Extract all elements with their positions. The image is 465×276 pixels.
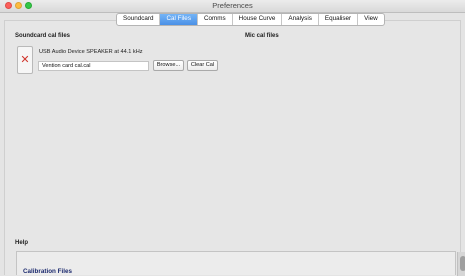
window-title: Preferences xyxy=(212,1,253,10)
tab-comms[interactable]: Comms xyxy=(198,14,233,25)
soundcard-cal-heading: Soundcard cal files xyxy=(15,33,71,39)
tab-equaliser[interactable]: Equaliser xyxy=(319,14,359,25)
preferences-panel xyxy=(4,20,461,275)
tab-analysis[interactable]: Analysis xyxy=(282,14,319,25)
help-title: Calibration Files xyxy=(23,268,72,275)
tab-house-curve[interactable]: House Curve xyxy=(233,14,283,25)
mic-cal-heading: Mic cal files xyxy=(245,33,279,39)
clear-cal-button[interactable]: Clear Cal xyxy=(187,60,218,71)
help-scrollbar-thumb[interactable] xyxy=(460,256,465,271)
tab-cal-files[interactable]: Cal Files xyxy=(160,14,198,25)
tab-view[interactable]: View xyxy=(358,14,384,25)
tab-soundcard[interactable]: Soundcard xyxy=(117,14,161,25)
cal-file-field[interactable] xyxy=(38,61,149,71)
title-bar: Preferences xyxy=(0,0,465,13)
help-heading: Help xyxy=(15,240,29,246)
device-name: USB Audio Device SPEAKER at 44.1 kHz xyxy=(39,49,143,55)
help-scrollbar[interactable] xyxy=(457,252,465,276)
x-mark-icon: ✕ xyxy=(20,53,30,66)
cal-status-box: ✕ xyxy=(17,46,33,74)
tab-bar: Soundcard Cal Files Comms House Curve An… xyxy=(116,13,385,26)
browse-button[interactable]: Browse... xyxy=(153,60,184,71)
help-panel: Calibration Files xyxy=(16,251,465,276)
